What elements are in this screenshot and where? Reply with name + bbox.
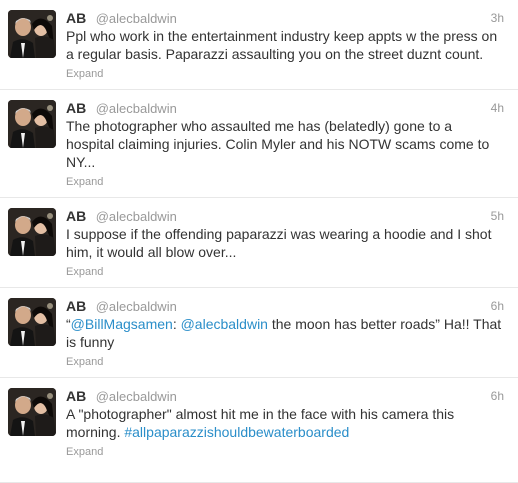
tweet-text-segment: : <box>172 316 181 332</box>
tweet-text: A "photographer" almost hit me in the fa… <box>66 405 504 441</box>
tweet-header: AB @alecbaldwin 4h <box>66 99 504 117</box>
avatar-photo-icon <box>8 298 56 346</box>
tweet-fullname[interactable]: AB <box>66 298 86 314</box>
tweet-text: I suppose if the offending paparazzi was… <box>66 226 492 260</box>
tweet-header: AB @alecbaldwin 3h <box>66 9 504 27</box>
expand-link[interactable]: Expand <box>66 355 103 369</box>
avatar[interactable] <box>8 208 56 256</box>
avatar-photo-icon <box>8 208 56 256</box>
tweet-item[interactable]: AB @alecbaldwin 6h A "photographer" almo… <box>0 378 518 483</box>
avatar[interactable] <box>8 10 56 58</box>
tweet-username[interactable]: @alecbaldwin <box>96 101 177 116</box>
expand-link[interactable]: Expand <box>66 265 103 279</box>
tweet-item[interactable]: AB @alecbaldwin 3h Ppl who work in the e… <box>0 0 518 90</box>
tweet-item[interactable]: AB @alecbaldwin 6h “@BillMagsamen: @alec… <box>0 288 518 378</box>
tweet-timestamp[interactable]: 6h <box>491 297 504 315</box>
tweet-timeline: AB @alecbaldwin 3h Ppl who work in the e… <box>0 0 518 483</box>
tweet-fullname[interactable]: AB <box>66 100 86 116</box>
tweet-timestamp[interactable]: 4h <box>491 99 504 117</box>
tweet-item[interactable]: AB @alecbaldwin 4h The photographer who … <box>0 90 518 198</box>
avatar[interactable] <box>8 388 56 436</box>
tweet-header: AB @alecbaldwin 6h <box>66 297 504 315</box>
tweet-fullname[interactable]: AB <box>66 10 86 26</box>
tweet-fullname[interactable]: AB <box>66 388 86 404</box>
tweet-timestamp[interactable]: 5h <box>491 207 504 225</box>
hashtag-link[interactable]: #allpaparazzishouldbewaterboarded <box>124 424 349 440</box>
avatar-photo-icon <box>8 388 56 436</box>
tweet-username[interactable]: @alecbaldwin <box>96 389 177 404</box>
tweet-text: “@BillMagsamen: @alecbaldwin the moon ha… <box>66 315 504 351</box>
avatar[interactable] <box>8 100 56 148</box>
tweet-fullname[interactable]: AB <box>66 208 86 224</box>
expand-link[interactable]: Expand <box>66 445 103 459</box>
mention-link-billmagsamen[interactable]: @BillMagsamen <box>71 316 173 332</box>
tweet-username[interactable]: @alecbaldwin <box>96 11 177 26</box>
tweet-header: AB @alecbaldwin 5h <box>66 207 504 225</box>
avatar[interactable] <box>8 298 56 346</box>
tweet-username[interactable]: @alecbaldwin <box>96 209 177 224</box>
expand-link[interactable]: Expand <box>66 175 103 189</box>
tweet-text: Ppl who work in the entertainment indust… <box>66 28 498 62</box>
avatar-photo-icon <box>8 10 56 58</box>
expand-link[interactable]: Expand <box>66 67 103 81</box>
avatar-photo-icon <box>8 100 56 148</box>
tweet-text: The photographer who assaulted me has (b… <box>66 118 490 170</box>
tweet-username[interactable]: @alecbaldwin <box>96 299 177 314</box>
tweet-header: AB @alecbaldwin 6h <box>66 387 504 405</box>
tweet-timestamp[interactable]: 6h <box>491 387 504 405</box>
mention-link-alecbaldwin[interactable]: @alecbaldwin <box>181 316 268 332</box>
tweet-item[interactable]: AB @alecbaldwin 5h I suppose if the offe… <box>0 198 518 288</box>
tweet-timestamp[interactable]: 3h <box>491 9 504 27</box>
